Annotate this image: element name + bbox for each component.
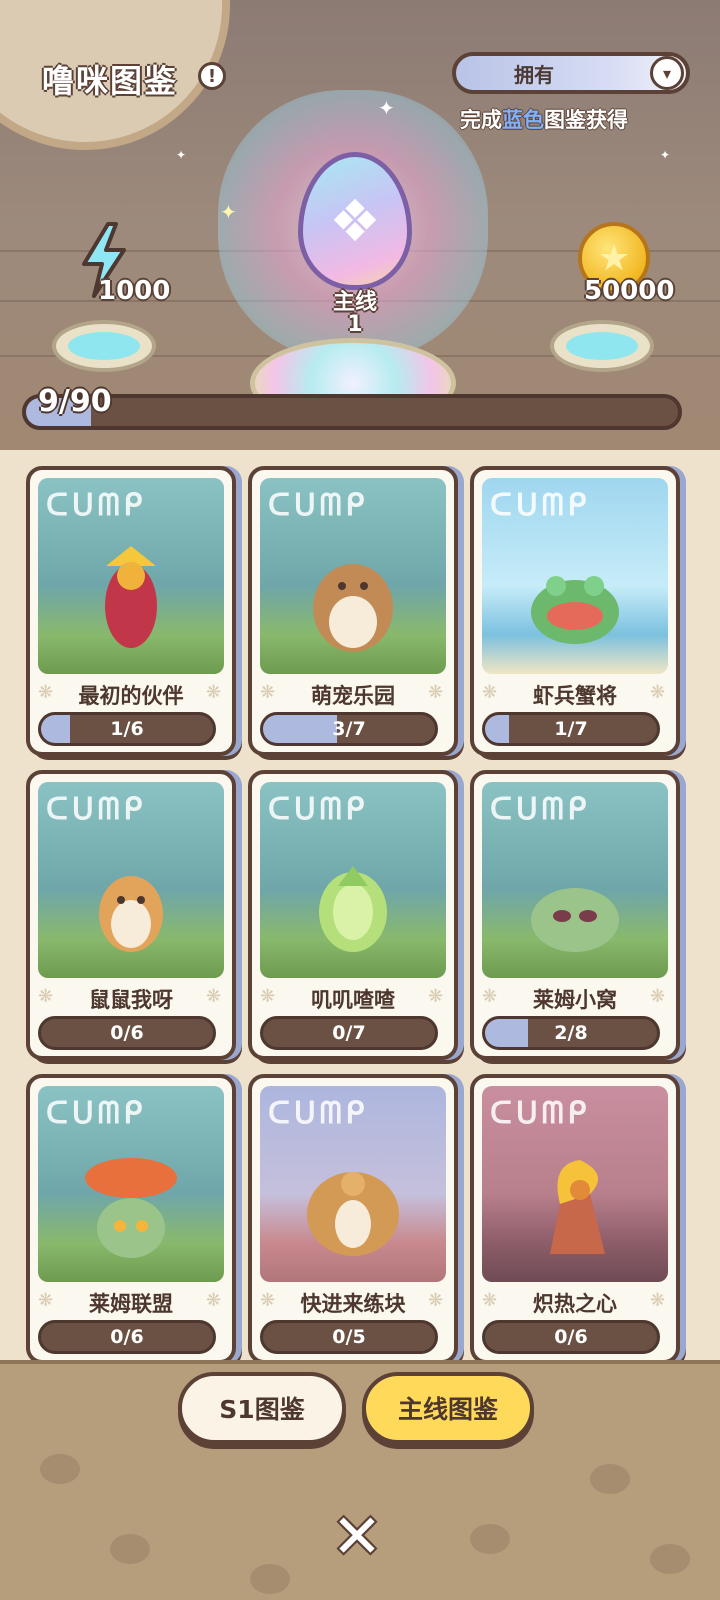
- creature-illustration: [307, 1172, 399, 1256]
- info-icon[interactable]: !: [198, 62, 226, 90]
- card-logo: ᑕᑌᗰᑭ: [268, 488, 369, 523]
- reward-left-value: 1000: [98, 276, 171, 306]
- card-name: 最初的伙伴: [78, 684, 184, 708]
- reward-right-value: 50000: [584, 276, 675, 306]
- collection-card[interactable]: ᑕᑌᗰᑭ ❋ ❋ 叽叽喳喳 0/7: [248, 770, 458, 1060]
- card-logo: ᑕᑌᗰᑭ: [490, 1096, 591, 1131]
- card-progress-text: 0/6: [110, 1022, 144, 1044]
- tab-s1-collection[interactable]: S1图鉴: [178, 1372, 346, 1444]
- card-name: 萌宠乐园: [311, 684, 395, 708]
- owned-filter-dropdown[interactable]: 拥有 ▾: [452, 52, 690, 94]
- card-progress-text: 0/6: [554, 1326, 588, 1348]
- owned-filter-label: 拥有: [514, 62, 554, 87]
- card-logo: ᑕᑌᗰᑭ: [46, 1096, 147, 1131]
- card-image: ᑕᑌᗰᑭ: [38, 782, 224, 978]
- card-progress-text: 2/8: [554, 1022, 588, 1044]
- card-logo: ᑕᑌᗰᑭ: [268, 1096, 369, 1131]
- creature-illustration: [531, 576, 619, 644]
- card-progress-text: 1/7: [554, 718, 588, 740]
- card-grid[interactable]: ᑕᑌᗰᑭ ❋ ❋ 最初的伙伴 1/6 ᑕᑌᗰᑭ ❋ ❋ 萌宠乐园 3/7 ᑕᑌᗰᑭ ❋ ❋ 虾兵蟹将 1/7…: [0, 450, 720, 1360]
- creature-illustration: [550, 1160, 605, 1254]
- chevron-down-icon[interactable]: ▾: [650, 56, 684, 90]
- card-image: ᑕᑌᗰᑭ: [260, 478, 446, 674]
- card-logo: ᑕᑌᗰᑭ: [268, 792, 369, 827]
- collection-card[interactable]: ᑕᑌᗰᑭ ❋ ❋ 炽热之心 0/6: [470, 1074, 680, 1360]
- collection-card[interactable]: ᑕᑌᗰᑭ ❋ ❋ 鼠鼠我呀 0/6: [26, 770, 236, 1060]
- collection-card[interactable]: ᑕᑌᗰᑭ ❋ ❋ 虾兵蟹将 1/7: [470, 466, 680, 756]
- collection-header: 噜咪图鉴 ! 拥有 ▾ 完成蓝色图鉴获得 ✦ ✦ ✦ ✦ 1000 ★ 5000…: [0, 0, 720, 450]
- creature-illustration: [319, 866, 387, 952]
- card-logo: ᑕᑌᗰᑭ: [46, 792, 147, 827]
- card-name: 叽叽喳喳: [311, 988, 395, 1012]
- collection-progress-bar: [22, 394, 682, 430]
- card-image: ᑕᑌᗰᑭ: [260, 1086, 446, 1282]
- card-name: 鼠鼠我呀: [89, 988, 173, 1012]
- close-icon[interactable]: ✕: [328, 1507, 386, 1567]
- sparkle-icon: ✦: [378, 96, 395, 120]
- page-title: 噜咪图鉴: [42, 62, 179, 100]
- creature-illustration: [85, 1158, 177, 1258]
- right-pedestal: [550, 320, 654, 372]
- sparkle-icon: ✦: [220, 200, 237, 224]
- card-logo: ᑕᑌᗰᑭ: [46, 488, 147, 523]
- card-image: ᑕᑌᗰᑭ: [482, 1086, 668, 1282]
- reward-hint: 完成蓝色图鉴获得: [460, 108, 628, 132]
- card-image: ᑕᑌᗰᑭ: [38, 478, 224, 674]
- card-image: ᑕᑌᗰᑭ: [38, 1086, 224, 1282]
- sparkle-icon: ✦: [660, 148, 671, 162]
- card-progress-text: 0/5: [332, 1326, 366, 1348]
- creature-illustration: [99, 876, 163, 952]
- card-progress-text: 3/7: [332, 718, 366, 740]
- card-progress-text: 1/6: [110, 718, 144, 740]
- card-image: ᑕᑌᗰᑭ: [482, 478, 668, 674]
- card-name: 莱姆联盟: [89, 1292, 173, 1316]
- card-name: 快进来练块: [300, 1292, 406, 1316]
- card-progress-text: 0/7: [332, 1022, 366, 1044]
- creature-illustration: [531, 888, 619, 952]
- creature-illustration: [105, 546, 157, 648]
- card-name: 虾兵蟹将: [533, 684, 617, 708]
- collection-card[interactable]: ᑕᑌᗰᑭ ❋ ❋ 莱姆联盟 0/6: [26, 1074, 236, 1360]
- sparkle-icon: ✦: [176, 148, 187, 162]
- creature-illustration: [313, 564, 393, 652]
- card-image: ᑕᑌᗰᑭ: [482, 782, 668, 978]
- collection-card[interactable]: ᑕᑌᗰᑭ ❋ ❋ 莱姆小窝 2/8: [470, 770, 680, 1060]
- collection-card[interactable]: ᑕᑌᗰᑭ ❋ ❋ 最初的伙伴 1/6: [26, 466, 236, 756]
- card-logo: ᑕᑌᗰᑭ: [490, 488, 591, 523]
- card-name: 炽热之心: [533, 1292, 617, 1316]
- main-egg-count: 1: [347, 312, 363, 337]
- collection-card[interactable]: ᑕᑌᗰᑭ ❋ ❋ 快进来练块 0/5: [248, 1074, 458, 1360]
- card-name: 莱姆小窝: [533, 988, 617, 1012]
- collection-card[interactable]: ᑕᑌᗰᑭ ❋ ❋ 萌宠乐园 3/7: [248, 466, 458, 756]
- card-logo: ᑕᑌᗰᑭ: [490, 792, 591, 827]
- collection-progress-text: 9/90: [38, 384, 112, 419]
- card-progress-text: 0/6: [110, 1326, 144, 1348]
- card-image: ᑕᑌᗰᑭ: [260, 782, 446, 978]
- left-pedestal: [52, 320, 156, 372]
- tab-main-collection[interactable]: 主线图鉴: [362, 1372, 534, 1444]
